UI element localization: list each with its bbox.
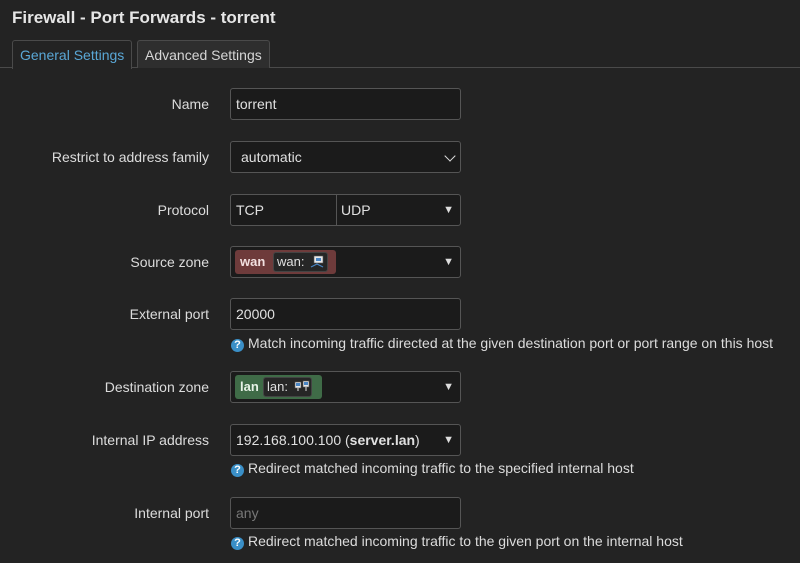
protocol-divider <box>336 195 337 225</box>
zone-name-lan: lan <box>240 379 259 394</box>
external-port-help: ? Match incoming traffic directed at the … <box>231 335 773 352</box>
internal-ip-hostname: server.lan <box>349 432 416 448</box>
network-icon <box>294 380 309 392</box>
internal-port-help-text: Redirect matched incoming traffic to the… <box>248 533 683 549</box>
chevron-down-icon <box>444 150 456 162</box>
tab-advanced-settings[interactable]: Advanced Settings <box>137 40 270 68</box>
source-zone-label: Source zone <box>130 254 209 270</box>
destination-zone-label: Destination zone <box>104 379 209 395</box>
protocol-udp: UDP <box>341 202 371 218</box>
internal-ip-value: 192.168.100.100 ( <box>236 432 350 448</box>
zone-badge-wan: wan wan: <box>235 250 336 274</box>
internal-ip-help: ? Redirect matched incoming traffic to th… <box>231 460 634 477</box>
page-title: Firewall - Port Forwards - torrent <box>12 8 276 27</box>
protocol-select[interactable]: TCP UDP ▼ <box>230 194 461 226</box>
zone-inner-label-wan: wan: <box>277 254 305 269</box>
address-family-select[interactable]: automatic <box>230 141 461 173</box>
external-port-help-text: Match incoming traffic directed at the g… <box>248 335 774 351</box>
protocol-label: Protocol <box>157 202 209 218</box>
external-port-input[interactable]: 20000 <box>230 298 461 330</box>
name-label: Name <box>171 96 209 112</box>
zone-networks-lan: lan: <box>263 377 312 397</box>
protocol-tcp: TCP <box>236 202 264 218</box>
question-circle-icon: ? <box>231 464 244 477</box>
caret-down-icon: ▼ <box>443 381 454 393</box>
question-circle-icon: ? <box>231 537 244 550</box>
caret-down-icon: ▼ <box>443 434 454 446</box>
external-port-label: External port <box>129 306 209 322</box>
zone-inner-label-lan: lan: <box>267 379 288 394</box>
source-zone-select[interactable]: wan wan: ▼ <box>230 246 461 278</box>
zone-name-wan: wan <box>240 254 266 269</box>
internal-ip-close: ) <box>415 432 420 448</box>
internal-ip-label: Internal IP address <box>91 432 209 448</box>
question-circle-icon: ? <box>231 339 244 352</box>
internal-port-label: Internal port <box>134 505 209 521</box>
caret-down-icon: ▼ <box>443 256 454 268</box>
address-family-value: automatic <box>241 149 302 165</box>
address-family-label: Restrict to address family <box>51 149 209 165</box>
tab-bar: General Settings Advanced Settings <box>0 40 800 69</box>
internal-port-help: ? Redirect matched incoming traffic to th… <box>231 533 683 550</box>
destination-zone-select[interactable]: lan lan: ▼ <box>230 371 461 403</box>
internal-port-input[interactable]: any <box>230 497 461 529</box>
tab-general-settings[interactable]: General Settings <box>12 40 133 69</box>
caret-down-icon: ▼ <box>443 204 454 216</box>
internal-ip-help-text: Redirect matched incoming traffic to the… <box>248 460 634 476</box>
name-input[interactable]: torrent <box>230 88 461 120</box>
internal-ip-select[interactable]: 192.168.100.100 (server.lan) ▼ <box>230 424 461 456</box>
zone-badge-lan: lan lan: <box>235 375 322 399</box>
zone-networks-wan: wan: <box>273 252 329 272</box>
network-icon <box>310 255 324 268</box>
